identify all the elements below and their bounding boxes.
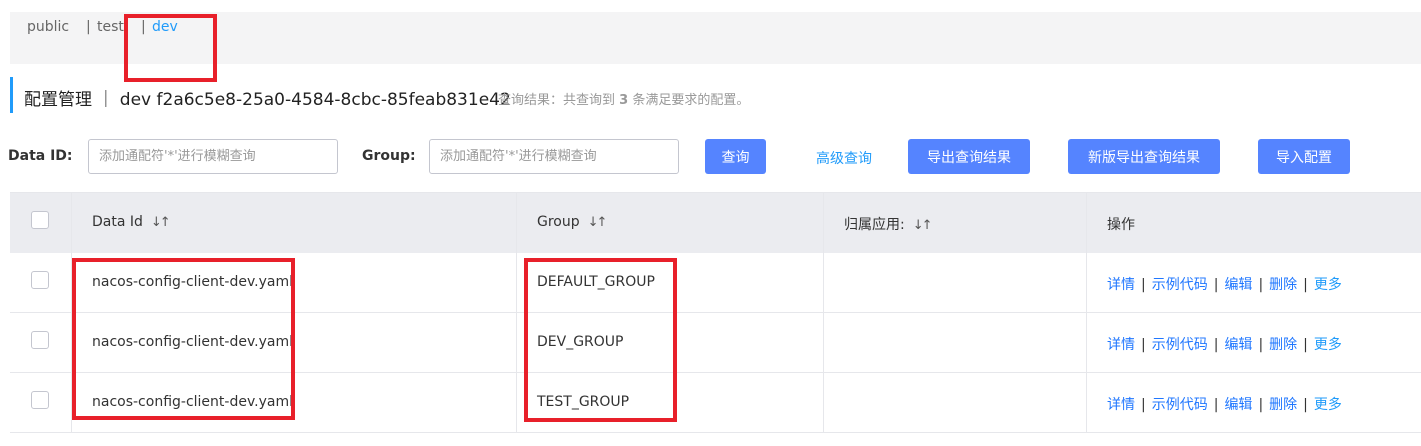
title-accent-bar: [10, 77, 13, 113]
delete-link[interactable]: 删除: [1269, 277, 1297, 293]
op-separator: |: [1141, 337, 1146, 353]
row-operations-cell: 详情 | 示例代码 | 编辑 | 删除 | 更多: [1087, 373, 1421, 432]
row-app-cell: [824, 313, 1087, 372]
advanced-query-link[interactable]: 高级查询: [816, 148, 872, 168]
more-link[interactable]: 更多: [1314, 277, 1342, 293]
op-separator: |: [1258, 337, 1264, 353]
row-group-cell: TEST_GROUP: [517, 373, 824, 432]
op-separator: |: [1303, 337, 1308, 353]
op-separator: |: [1213, 397, 1219, 413]
op-separator: |: [1141, 397, 1146, 413]
sort-icon[interactable]: ↓↑: [151, 215, 171, 230]
result-prefix: 查询结果：共查询到: [498, 93, 616, 108]
header-operations-label: 操作: [1107, 217, 1135, 233]
row-data-id-cell: nacos-config-client-dev.yaml: [72, 373, 517, 432]
header-data-id-label: Data Id: [92, 214, 143, 230]
table-header: Data Id ↓↑ Group ↓↑ 归属应用: ↓↑ 操作: [10, 193, 1421, 253]
op-separator: |: [1303, 397, 1308, 413]
sample-code-link[interactable]: 示例代码: [1152, 337, 1208, 353]
row-operations-cell: 详情 | 示例代码 | 编辑 | 删除 | 更多: [1087, 313, 1421, 372]
namespace-public[interactable]: public: [27, 19, 69, 35]
query-result-summary: 查询结果：共查询到 3 条满足要求的配置。: [498, 89, 749, 108]
row-group: TEST_GROUP: [537, 394, 630, 410]
row-data-id-cell: nacos-config-client-dev.yaml: [72, 313, 517, 372]
result-suffix: 条满足要求的配置。: [632, 93, 750, 108]
row-checkbox[interactable]: [31, 271, 49, 289]
namespace-dev[interactable]: dev: [152, 19, 178, 35]
edit-link[interactable]: 编辑: [1224, 397, 1252, 413]
header-app-label: 归属应用:: [844, 217, 905, 233]
row-group-cell: DEFAULT_GROUP: [517, 253, 824, 312]
edit-link[interactable]: 编辑: [1224, 277, 1252, 293]
details-link[interactable]: 详情: [1107, 277, 1135, 293]
sort-icon[interactable]: ↓↑: [913, 218, 933, 233]
namespace-separator: |: [141, 19, 146, 35]
row-app-cell: [824, 253, 1087, 312]
export-results-button[interactable]: 导出查询结果: [908, 139, 1030, 174]
page-title: 配置管理 ｜ dev f2a6c5e8-25a0-4584-8cbc-85fea…: [24, 90, 511, 110]
row-data-id: nacos-config-client-dev.yaml: [92, 274, 293, 290]
row-data-id-cell: nacos-config-client-dev.yaml: [72, 253, 517, 312]
header-select-cell: [10, 193, 72, 253]
row-data-id: nacos-config-client-dev.yaml: [92, 394, 293, 410]
namespace-separator: |: [86, 19, 91, 35]
namespace-test[interactable]: test: [97, 19, 124, 35]
row-select-cell: [10, 313, 72, 372]
header-operations: 操作: [1087, 193, 1421, 253]
details-link[interactable]: 详情: [1107, 397, 1135, 413]
header-group-label: Group: [537, 214, 580, 230]
more-link[interactable]: 更多: [1314, 337, 1342, 353]
group-label: Group:: [362, 148, 416, 164]
group-input[interactable]: [429, 139, 679, 174]
table-row: nacos-config-client-dev.yaml TEST_GROUP …: [10, 373, 1421, 433]
table-row: nacos-config-client-dev.yaml DEV_GROUP 详…: [10, 313, 1421, 373]
data-id-input[interactable]: [88, 139, 338, 174]
result-count: 3: [619, 93, 629, 108]
more-link[interactable]: 更多: [1314, 397, 1342, 413]
sample-code-link[interactable]: 示例代码: [1152, 397, 1208, 413]
op-separator: |: [1303, 277, 1308, 293]
op-separator: |: [1258, 397, 1264, 413]
delete-link[interactable]: 删除: [1269, 397, 1297, 413]
data-id-label: Data ID:: [8, 148, 73, 164]
table-row: nacos-config-client-dev.yaml DEFAULT_GRO…: [10, 253, 1421, 313]
row-app-cell: [824, 373, 1087, 432]
new-export-results-button[interactable]: 新版导出查询结果: [1068, 139, 1220, 174]
sort-icon[interactable]: ↓↑: [588, 215, 608, 230]
row-checkbox[interactable]: [31, 331, 49, 349]
config-table: Data Id ↓↑ Group ↓↑ 归属应用: ↓↑ 操作 nacos-confi…: [10, 192, 1421, 433]
op-separator: |: [1258, 277, 1264, 293]
edit-link[interactable]: 编辑: [1224, 337, 1252, 353]
namespace-bar: [10, 12, 1421, 64]
header-data-id[interactable]: Data Id ↓↑: [72, 193, 517, 253]
details-link[interactable]: 详情: [1107, 337, 1135, 353]
import-config-button[interactable]: 导入配置: [1258, 139, 1350, 174]
row-select-cell: [10, 253, 72, 312]
row-group-cell: DEV_GROUP: [517, 313, 824, 372]
row-group: DEV_GROUP: [537, 334, 624, 350]
row-group: DEFAULT_GROUP: [537, 274, 655, 290]
op-separator: |: [1213, 337, 1219, 353]
sample-code-link[interactable]: 示例代码: [1152, 277, 1208, 293]
query-button[interactable]: 查询: [705, 139, 766, 174]
header-app[interactable]: 归属应用: ↓↑: [824, 193, 1087, 253]
delete-link[interactable]: 删除: [1269, 337, 1297, 353]
op-separator: |: [1141, 277, 1146, 293]
op-separator: |: [1213, 277, 1219, 293]
select-all-checkbox[interactable]: [31, 211, 49, 229]
header-group[interactable]: Group ↓↑: [517, 193, 824, 253]
row-data-id: nacos-config-client-dev.yaml: [92, 334, 293, 350]
row-checkbox[interactable]: [31, 391, 49, 409]
row-operations-cell: 详情 | 示例代码 | 编辑 | 删除 | 更多: [1087, 253, 1421, 312]
row-select-cell: [10, 373, 72, 432]
